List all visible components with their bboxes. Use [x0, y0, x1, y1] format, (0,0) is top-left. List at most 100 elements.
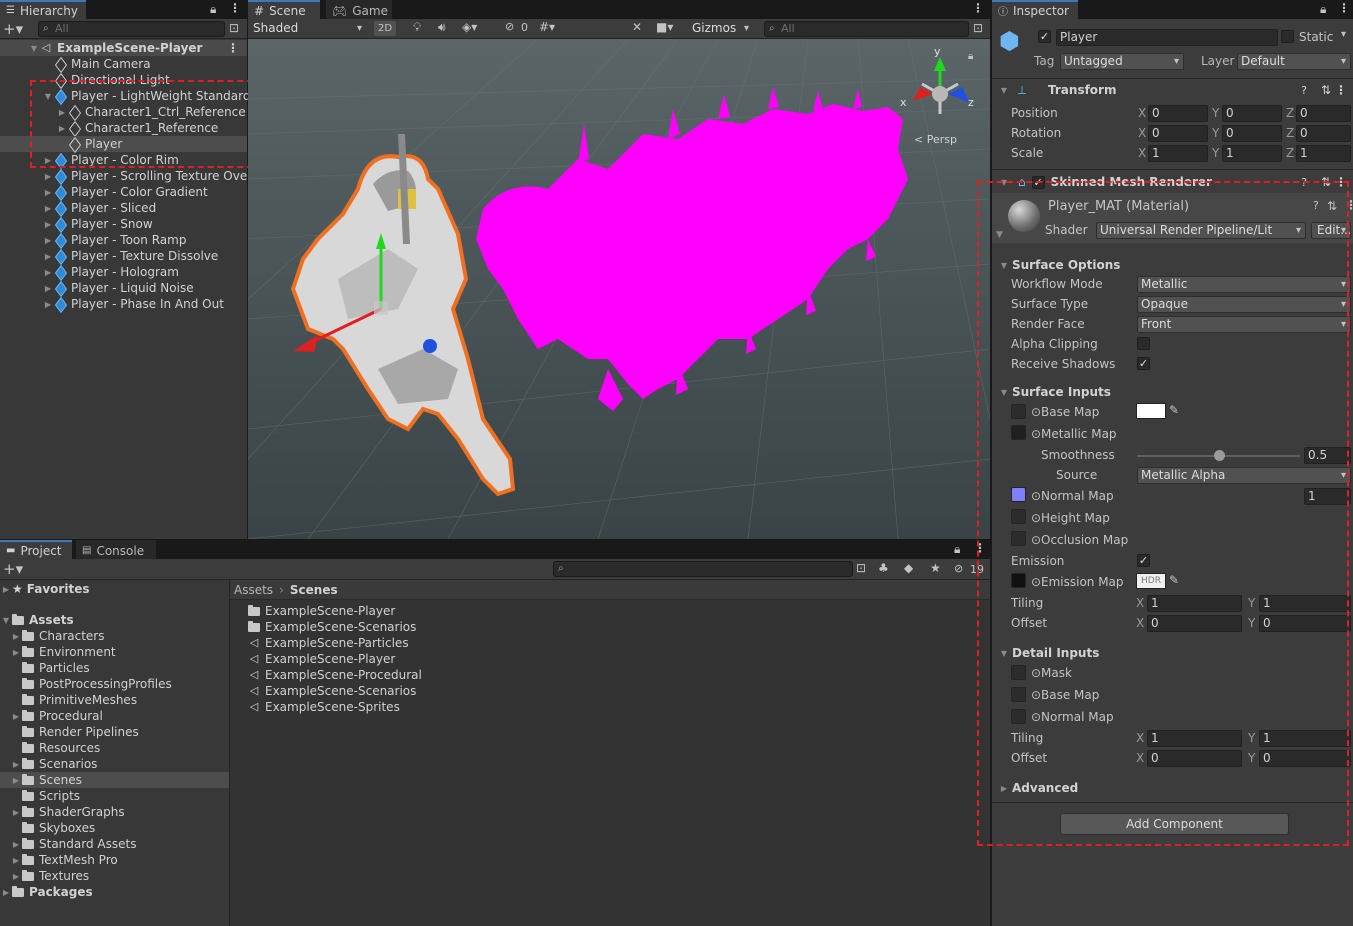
lock-icon[interactable]: 🔒︎ — [968, 51, 973, 62]
chevron-right-icon[interactable]: ▶ — [42, 172, 54, 181]
lighting-icon[interactable]: 💡︎ — [413, 20, 421, 35]
position-y-field[interactable]: 0 — [1222, 105, 1282, 122]
rotation-z-field[interactable]: 0 — [1296, 125, 1351, 142]
hierarchy-search-input[interactable]: All — [38, 21, 225, 37]
filter-by-type-icon[interactable]: ♣ — [878, 561, 889, 575]
chevron-down-icon[interactable]: ▼ — [998, 86, 1010, 95]
chevron-right-icon[interactable]: ▶ — [42, 188, 54, 197]
transform-header[interactable]: ▼ ⟂ Transform ? ⇅ ⋮ — [998, 80, 1353, 100]
add-icon[interactable]: +▾ — [3, 560, 23, 578]
chevron-right-icon[interactable]: ▶ — [10, 808, 22, 817]
tab-game[interactable]: 🎮︎ Game — [326, 0, 392, 19]
camera-icon[interactable]: ■▾ — [656, 20, 673, 34]
folder-item[interactable]: Particles — [10, 660, 90, 676]
toggle-2d-button[interactable]: 2D — [374, 21, 396, 36]
object-name-field[interactable]: Player — [1056, 29, 1278, 46]
tab-console[interactable]: ▤ Console — [76, 540, 156, 559]
help-icon[interactable]: ? — [1301, 84, 1307, 97]
hierarchy-item-hologram[interactable]: ▶ Player - Hologram — [0, 264, 179, 280]
folder-item[interactable]: Scripts — [10, 788, 80, 804]
chevron-right-icon[interactable]: ▶ — [10, 776, 22, 785]
position-z-field[interactable]: 0 — [1296, 105, 1351, 122]
favorites-row[interactable]: ▶ ★ Favorites — [0, 581, 90, 597]
folder-item[interactable]: Skyboxes — [10, 820, 95, 836]
rotation-x-field[interactable]: 0 — [1148, 125, 1208, 142]
scene-search-input[interactable]: All — [764, 21, 969, 37]
add-icon[interactable]: +▾ — [3, 20, 23, 38]
layer-dropdown[interactable]: Default — [1237, 53, 1351, 70]
scene-root-row[interactable]: ▼ ◁ ExampleScene-Player ⋮ — [0, 40, 247, 56]
static-checkbox[interactable] — [1281, 30, 1294, 43]
hidden-packages-icon[interactable]: ⊘ — [954, 562, 963, 575]
folder-item[interactable]: Render Pipelines — [10, 724, 139, 740]
grid-snap-icon[interactable]: #▾ — [539, 20, 555, 34]
folder-item[interactable]: ▶ Standard Assets — [10, 836, 137, 852]
filter-by-label-icon[interactable]: ◆ — [904, 561, 913, 575]
rotation-y-field[interactable]: 0 — [1222, 125, 1282, 142]
chevron-right-icon[interactable]: ▶ — [10, 760, 22, 769]
chevron-right-icon[interactable]: ▶ — [0, 888, 12, 897]
chevron-right-icon[interactable]: ▶ — [42, 220, 54, 229]
active-checkbox[interactable]: ✓ — [1038, 30, 1051, 43]
preset-icon[interactable]: ⇅ — [1321, 83, 1331, 97]
hierarchy-item-snow[interactable]: ▶ Player - Snow — [0, 216, 153, 232]
chevron-right-icon[interactable]: ▶ — [42, 252, 54, 261]
chevron-right-icon[interactable]: ▶ — [42, 236, 54, 245]
favorites-star-icon[interactable]: ★ — [930, 561, 941, 575]
file-item[interactable]: ◁ ExampleScene-Particles — [248, 635, 409, 651]
hierarchy-item-phase-in-out[interactable]: ▶ Player - Phase In And Out — [0, 296, 224, 312]
scale-y-field[interactable]: 1 — [1222, 145, 1282, 162]
folder-item[interactable]: ▶ ShaderGraphs — [10, 804, 125, 820]
tab-scene[interactable]: # Scene — [248, 0, 320, 19]
audio-icon[interactable]: 🔊︎ — [438, 20, 446, 35]
effects-icon[interactable]: ◈▾ — [462, 20, 477, 34]
position-x-field[interactable]: 0 — [1148, 105, 1208, 122]
chevron-right-icon[interactable]: ▶ — [42, 204, 54, 213]
kebab-menu-icon[interactable]: ⋮ — [1335, 83, 1347, 97]
chevron-right-icon[interactable]: ▶ — [10, 712, 22, 721]
lock-icon[interactable]: 🔒︎ — [210, 2, 216, 17]
hidden-objects-icon[interactable]: ⊘ — [505, 20, 514, 33]
file-item[interactable]: ◁ ExampleScene-Sprites — [248, 699, 400, 715]
hierarchy-item-liquid-noise[interactable]: ▶ Player - Liquid Noise — [0, 280, 194, 296]
search-filter-icon[interactable]: ⊡ — [973, 21, 983, 35]
chevron-down-icon[interactable]: ▾ — [1341, 29, 1346, 40]
hierarchy-item-color-gradient[interactable]: ▶ Player - Color Gradient — [0, 184, 208, 200]
chevron-right-icon[interactable]: ▶ — [10, 840, 22, 849]
lock-icon[interactable]: 🔒︎ — [954, 542, 960, 557]
search-filter-icon[interactable]: ⊡ — [229, 21, 239, 35]
assets-row[interactable]: ▼ Assets — [0, 612, 74, 628]
gizmos-dropdown[interactable]: Gizmos — [688, 20, 754, 37]
kebab-menu-icon[interactable]: ⋮ — [229, 1, 241, 15]
file-item[interactable]: ◁ ExampleScene-Player — [248, 651, 396, 667]
chevron-down-icon[interactable]: ▼ — [28, 44, 40, 53]
tools-icon[interactable]: ✕ — [632, 20, 642, 34]
folder-item[interactable]: ▶ Procedural — [10, 708, 103, 724]
chevron-right-icon[interactable]: ▶ — [10, 648, 22, 657]
chevron-right-icon[interactable]: ▶ — [10, 632, 22, 641]
chevron-right-icon[interactable]: ▶ — [10, 872, 22, 881]
shading-mode-dropdown[interactable]: Shaded — [249, 20, 367, 37]
breadcrumb-scenes[interactable]: Scenes — [290, 583, 338, 597]
chevron-right-icon[interactable]: ▶ — [42, 284, 54, 293]
scale-z-field[interactable]: 1 — [1296, 145, 1351, 162]
folder-item[interactable]: ▶ Textures — [10, 868, 89, 884]
packages-row[interactable]: ▶ Packages — [0, 884, 93, 900]
folder-item[interactable]: ▶ Characters — [10, 628, 105, 644]
lock-icon[interactable]: 🔒︎ — [1320, 2, 1326, 17]
file-item[interactable]: ◁ ExampleScene-Scenarios — [248, 683, 417, 699]
breadcrumb-assets[interactable]: Assets — [234, 583, 273, 597]
folder-item[interactable]: Resources — [10, 740, 100, 756]
chevron-right-icon[interactable]: ▶ — [0, 585, 12, 594]
hierarchy-item-sliced[interactable]: ▶ Player - Sliced — [0, 200, 156, 216]
tab-hierarchy[interactable]: ☰ Hierarchy — [0, 0, 86, 19]
hierarchy-item-toon-ramp[interactable]: ▶ Player - Toon Ramp — [0, 232, 187, 248]
hierarchy-item-main-camera[interactable]: Main Camera — [0, 56, 151, 72]
kebab-menu-icon[interactable]: ⋮ — [227, 41, 239, 55]
hierarchy-item-texture-dissolve[interactable]: ▶ Player - Texture Dissolve — [0, 248, 218, 264]
perspective-toggle[interactable]: < Persp — [914, 133, 957, 146]
folder-item[interactable]: PrimitiveMeshes — [10, 692, 137, 708]
folder-item[interactable]: ▶ Scenarios — [10, 756, 98, 772]
kebab-menu-icon[interactable]: ⋮ — [1338, 1, 1350, 15]
file-item[interactable]: ◁ ExampleScene-Procedural — [248, 667, 422, 683]
